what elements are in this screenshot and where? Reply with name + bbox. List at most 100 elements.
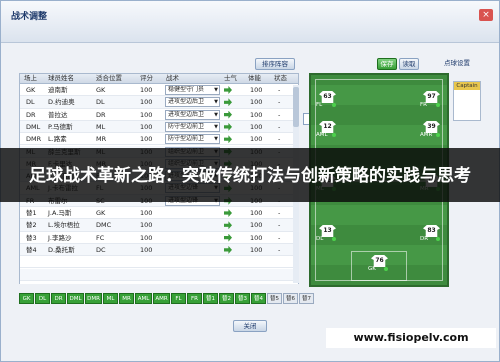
cell-rating: 100: [140, 209, 153, 217]
player-position-label: FR: [420, 102, 427, 108]
player-marker[interactable]: 39 AMR: [420, 121, 440, 138]
chevron-down-icon: ▼: [214, 123, 218, 130]
cell-player-name: 迪南斯: [48, 86, 68, 94]
cell-player-name: D.约迪奥: [48, 98, 75, 107]
position-tab[interactable]: 替4: [251, 293, 266, 304]
player-marker[interactable]: 97 FR: [420, 91, 440, 108]
tactic-select[interactable]: 防守型边前卫 ▼: [165, 121, 220, 132]
chevron-down-icon: ▼: [214, 87, 218, 93]
scrollbar-thumb[interactable]: [293, 87, 299, 127]
close-icon[interactable]: ×: [479, 9, 493, 21]
position-tab[interactable]: 替7: [299, 293, 314, 304]
col-stamina[interactable]: 体能: [248, 74, 261, 83]
cell-fit-position: FC: [96, 233, 105, 242]
cell-position: GK: [26, 86, 36, 94]
morale-arrow-icon: [224, 245, 232, 254]
col-status[interactable]: 状态: [274, 74, 287, 83]
position-tab[interactable]: 替5: [267, 293, 282, 304]
cell-player-name: 普拉达: [48, 110, 68, 119]
table-row[interactable]: 替2 L.埃尔梧拉 DMC 100 100 -: [20, 219, 298, 232]
table-row[interactable]: DMR L.路素 MR 100 防守型边前卫 ▼ 100 -: [20, 133, 298, 146]
player-marker[interactable]: 83 DR: [420, 225, 440, 242]
save-button[interactable]: 保存: [377, 58, 397, 70]
position-tab[interactable]: 替6: [283, 293, 298, 304]
tactic-select[interactable]: 进攻型边后卫 ▼: [165, 97, 220, 108]
col-tactic[interactable]: 战术: [166, 74, 179, 83]
table-row[interactable]: DML P.马德斯 ML 100 防守型边前卫 ▼ 100 -: [20, 120, 298, 134]
cell-status: -: [278, 122, 281, 131]
cell-player-name: J.李路沙: [48, 233, 72, 242]
col-morale[interactable]: 士气: [224, 74, 237, 83]
table-row[interactable]: GK 迪南斯 GK 100 稳健型守门员 ▼ 100 -: [20, 84, 298, 97]
table-header: 场上 球员姓名 适合位置 评分 战术 士气 体能 状态: [19, 73, 299, 84]
tactic-value: 稳健型守门员: [168, 86, 205, 93]
table-row[interactable]: [20, 268, 298, 281]
table-row[interactable]: 替1 J.A.马斯 GK 100 100 -: [20, 207, 298, 220]
position-tab[interactable]: AML: [135, 293, 152, 304]
cell-fit-position: GK: [96, 86, 106, 94]
cell-rating: 100: [140, 245, 153, 254]
player-marker[interactable]: 13 DL: [316, 225, 336, 242]
cell-player-name: J.A.马斯: [48, 209, 72, 217]
tactic-value: 防守型边前卫: [168, 122, 205, 130]
position-tab[interactable]: 替2: [219, 293, 234, 304]
player-marker[interactable]: 63 FL: [316, 91, 336, 108]
cell-rating: 100: [140, 98, 153, 107]
col-player-name[interactable]: 球员姓名: [48, 74, 74, 83]
position-tab[interactable]: FL: [171, 293, 186, 304]
cell-rating: 100: [140, 110, 153, 119]
cell-position: 替4: [26, 245, 37, 254]
cell-position: DR: [26, 110, 36, 119]
penalty-settings-link[interactable]: 点球设置: [437, 58, 477, 70]
player-position-label: DR: [420, 236, 429, 242]
col-rating[interactable]: 评分: [140, 74, 153, 83]
chevron-down-icon: ▼: [214, 111, 218, 118]
cell-stamina: 100: [250, 135, 263, 144]
table-row[interactable]: DL D.约迪奥 DL 100 进攻型边后卫 ▼ 100 -: [20, 96, 298, 109]
morale-arrow-icon: [224, 122, 232, 131]
position-bar: GK DL DR DML DMR ML MR AML AMR FL FR 替1 替2 替3 替4 替5 替6 替7: [19, 293, 349, 305]
cell-stamina: 100: [250, 221, 263, 230]
cell-status: -: [278, 245, 281, 254]
position-tab[interactable]: FR: [187, 293, 202, 304]
toolbar: 排序阵容 4-4-2▼ 保存 读取 点球设置: [1, 56, 499, 125]
position-tab[interactable]: 替1: [203, 293, 218, 304]
position-tab[interactable]: DML: [67, 293, 84, 304]
tactic-select[interactable]: 稳健型守门员 ▼: [165, 85, 220, 95]
chevron-down-icon: ▼: [214, 99, 218, 106]
col-position[interactable]: 场上: [24, 74, 37, 83]
position-tab[interactable]: AMR: [153, 293, 170, 304]
position-tab[interactable]: DMR: [85, 293, 102, 304]
position-tab[interactable]: GK: [19, 293, 34, 304]
table-row[interactable]: 替3 J.李路沙 FC 100 100 -: [20, 232, 298, 244]
cell-player-name: L.路素: [48, 135, 67, 144]
tactic-value: 进攻型边后卫: [168, 98, 205, 106]
cell-stamina: 100: [250, 209, 263, 217]
tactic-select[interactable]: 进攻型边后卫 ▼: [165, 109, 220, 120]
position-tab[interactable]: ML: [103, 293, 118, 304]
sort-lineup-button[interactable]: 排序阵容: [255, 58, 295, 70]
captain-slot[interactable]: Captain: [453, 81, 481, 121]
cell-position: DL: [26, 98, 35, 107]
morale-arrow-icon: [224, 86, 232, 94]
position-tab[interactable]: 替3: [235, 293, 250, 304]
load-button[interactable]: 读取: [399, 58, 419, 70]
player-position-label: DL: [316, 236, 324, 242]
cell-fit-position: ML: [96, 122, 106, 131]
cell-fit-position: DR: [96, 110, 106, 119]
col-fit-position[interactable]: 适合位置: [96, 74, 122, 83]
table-row[interactable]: DR 普拉达 DR 100 进攻型边后卫 ▼ 100 -: [20, 109, 298, 121]
title-bar: 战术调整 ×: [1, 1, 499, 43]
tactic-value: 进攻型边后卫: [168, 110, 205, 118]
player-marker[interactable]: 12 AML: [316, 121, 336, 138]
table-row[interactable]: [20, 256, 298, 269]
player-position-label: AMR: [420, 132, 433, 138]
table-row[interactable]: 替4 D.桑托斯 DC 100 100 -: [20, 243, 298, 257]
position-tab[interactable]: MR: [119, 293, 134, 304]
position-tab[interactable]: DR: [51, 293, 66, 304]
morale-arrow-icon: [224, 221, 232, 230]
close-button[interactable]: 关闭: [233, 320, 267, 332]
tactic-select[interactable]: 防守型边前卫 ▼: [165, 134, 220, 145]
position-tab[interactable]: DL: [35, 293, 50, 304]
player-marker[interactable]: 76 GK: [368, 255, 388, 272]
